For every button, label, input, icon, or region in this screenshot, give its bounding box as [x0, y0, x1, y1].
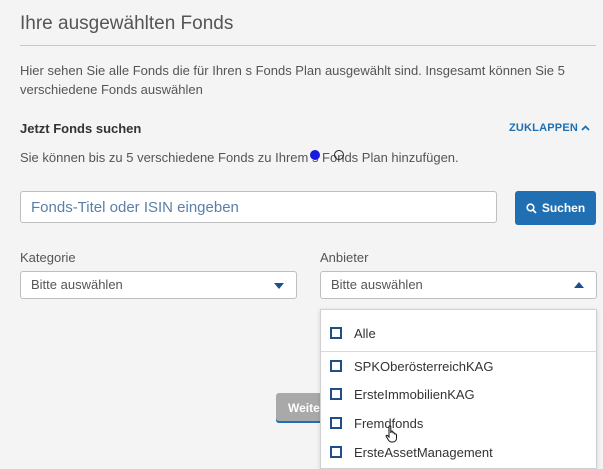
- search-button-label: Suchen: [541, 201, 586, 215]
- checkbox[interactable]: [330, 327, 342, 339]
- fund-search-input[interactable]: [20, 191, 497, 223]
- collapse-link-label: ZUKLAPPEN: [508, 122, 578, 134]
- option-label: SPKOberösterreichKAG: [354, 358, 494, 374]
- search-icon: [526, 202, 537, 214]
- category-label: Kategorie: [20, 250, 76, 265]
- intro-text: Hier sehen Sie alle Fonds die für Ihren …: [20, 63, 565, 97]
- hand-cursor-icon: [385, 425, 399, 443]
- provider-option-all[interactable]: Alle: [321, 319, 596, 347]
- search-hint: Sie können bis zu 5 verschiedene Fonds z…: [20, 150, 459, 165]
- category-select[interactable]: Bitte auswählen: [20, 271, 297, 299]
- collapse-link[interactable]: ZUKLAPPEN: [509, 122, 590, 134]
- provider-select[interactable]: Bitte auswählen: [320, 271, 597, 299]
- marker-ring-icon: [334, 150, 344, 160]
- provider-label: Anbieter: [320, 250, 369, 265]
- caret-down-icon: [274, 283, 284, 289]
- title-divider: [20, 45, 596, 46]
- marker-dot-icon: [310, 150, 320, 160]
- caret-up-icon: [574, 282, 584, 288]
- category-select-value: Bitte auswählen: [31, 277, 123, 292]
- option-label: ErsteAssetManagement: [354, 444, 493, 460]
- option-label: ErsteImmobilienKAG: [354, 386, 475, 402]
- provider-option[interactable]: ErsteImmobilienKAG: [321, 380, 596, 408]
- checkbox[interactable]: [330, 446, 342, 458]
- checkbox[interactable]: [330, 360, 342, 372]
- provider-dropdown: Alle SPKOberösterreichKAG ErsteImmobilie…: [320, 309, 597, 469]
- provider-option[interactable]: Fremdfonds: [321, 409, 596, 437]
- search-section-title: Jetzt Fonds suchen: [20, 121, 142, 136]
- option-label: Alle: [354, 325, 376, 341]
- checkbox[interactable]: [330, 417, 342, 429]
- page-title: Ihre ausgewählten Fonds: [20, 13, 234, 34]
- provider-select-value: Bitte auswählen: [331, 277, 423, 292]
- provider-option[interactable]: SPKOberösterreichKAG: [321, 352, 596, 380]
- search-button[interactable]: Suchen: [515, 191, 596, 225]
- chevron-up-icon: [581, 122, 590, 134]
- checkbox[interactable]: [330, 388, 342, 400]
